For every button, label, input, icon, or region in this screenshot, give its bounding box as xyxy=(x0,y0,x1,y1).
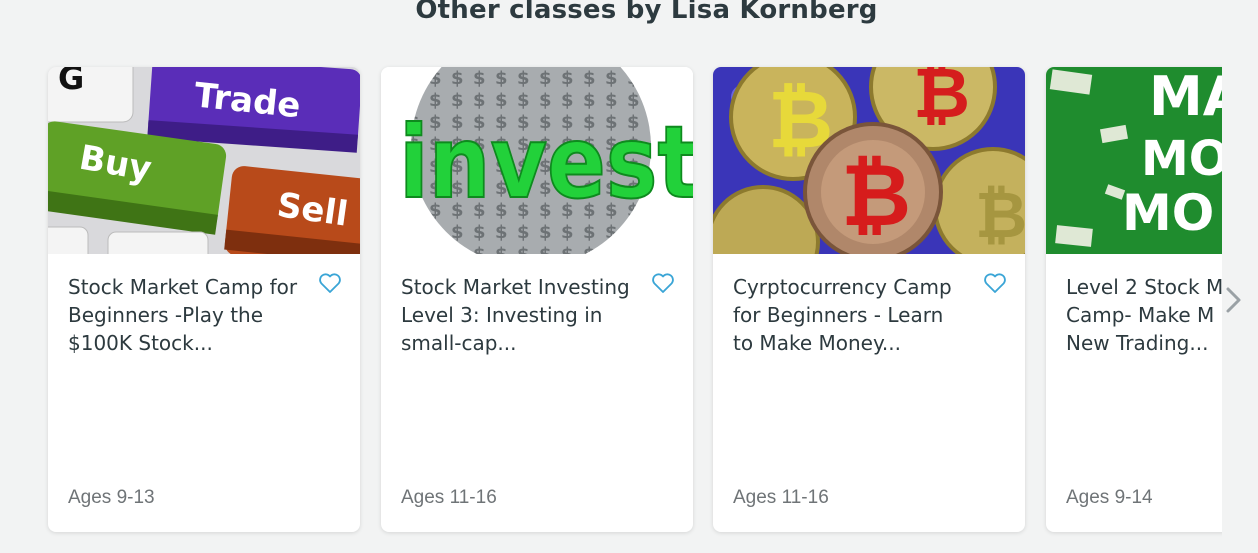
class-title[interactable]: Cyrptocurrency Camp for Beginners - Lear… xyxy=(733,273,983,357)
heart-outline-icon[interactable] xyxy=(318,272,342,294)
other-classes-section: Other classes by Lisa Kornberg G Trade B xyxy=(0,0,1258,553)
class-card[interactable]: MA MO MO Level 2 Stock M Camp- Make M Ne… xyxy=(1046,67,1222,532)
class-card[interactable]: $ invest Stock Market Investing Level 3:… xyxy=(381,67,693,532)
class-card[interactable]: G Trade Buy Sell Stock Market Camp for B… xyxy=(48,67,360,532)
heart-outline-icon[interactable] xyxy=(651,272,675,294)
svg-text:₿: ₿ xyxy=(913,67,970,134)
age-range: Ages 9-13 xyxy=(68,487,155,508)
class-title[interactable]: Stock Market Investing Level 3: Investin… xyxy=(401,273,651,357)
class-thumbnail[interactable]: $ invest xyxy=(381,67,693,254)
invest-dollar-sphere-image: $ invest xyxy=(381,67,693,254)
image-label: MA xyxy=(1149,67,1222,128)
class-thumbnail[interactable]: G Trade Buy Sell xyxy=(48,67,360,254)
svg-text:₿: ₿ xyxy=(841,146,911,246)
age-range: Ages 11-16 xyxy=(401,487,497,508)
keyboard-keys-image: G Trade Buy Sell xyxy=(48,67,360,254)
image-label: invest xyxy=(399,104,693,221)
image-label: MO xyxy=(1141,131,1222,187)
class-thumbnail[interactable]: ₿ ₿ ₿ ₿ xyxy=(713,67,1025,254)
class-title[interactable]: Stock Market Camp for Beginners -Play th… xyxy=(68,273,318,357)
bitcoin-coins-image: ₿ ₿ ₿ ₿ xyxy=(713,67,1025,254)
class-carousel: G Trade Buy Sell Stock Market Camp for B… xyxy=(0,0,1222,553)
chevron-right-icon[interactable] xyxy=(1224,285,1244,315)
svg-text:₿: ₿ xyxy=(975,179,1025,253)
age-range: Ages 11-16 xyxy=(733,487,829,508)
age-range: Ages 9-14 xyxy=(1066,487,1153,508)
class-card[interactable]: ₿ ₿ ₿ ₿ Cyrptocurrency Camp for Beginner… xyxy=(713,67,1025,532)
class-thumbnail[interactable]: MA MO MO xyxy=(1046,67,1222,254)
heart-outline-icon[interactable] xyxy=(983,272,1007,294)
class-title[interactable]: Level 2 Stock M Camp- Make M New Trading… xyxy=(1066,273,1222,357)
make-money-green-image: MA MO MO xyxy=(1046,67,1222,254)
image-label: MO xyxy=(1122,184,1214,242)
key-label: G xyxy=(58,67,84,97)
